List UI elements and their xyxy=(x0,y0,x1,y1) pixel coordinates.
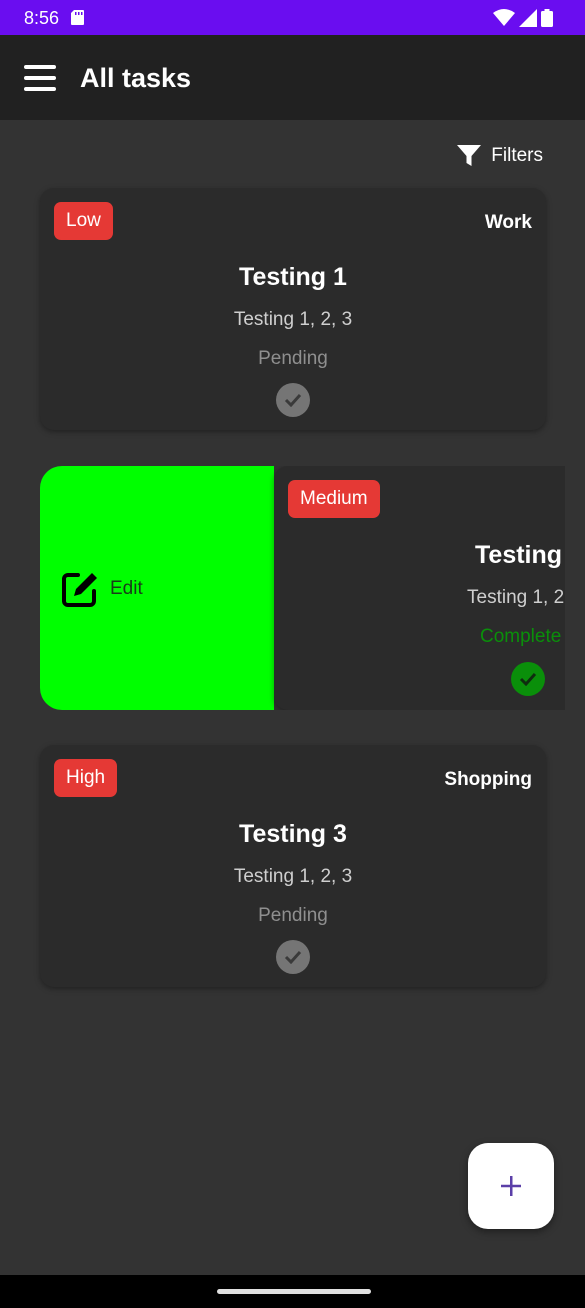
battery-icon xyxy=(541,9,553,27)
add-task-button[interactable] xyxy=(468,1143,554,1229)
wifi-icon xyxy=(493,9,515,26)
category-label: Work xyxy=(484,212,532,233)
task-description: Testing 1, 2, 3 xyxy=(233,309,353,330)
category-label: Shopping xyxy=(444,769,532,790)
signal-icon xyxy=(519,9,537,27)
app-bar: All tasks xyxy=(0,35,585,120)
complete-toggle[interactable] xyxy=(276,383,310,417)
task-status: Pending xyxy=(258,348,328,369)
status-icons xyxy=(493,9,553,27)
filters-label: Filters xyxy=(491,145,543,166)
task-card[interactable]: Low Work Testing 1 Testing 1, 2, 3 Pendi… xyxy=(40,188,546,430)
home-gesture-handle[interactable] xyxy=(217,1289,371,1294)
edit-action-label: Edit xyxy=(110,578,143,599)
swiped-task-row[interactable]: Edit Medium Testing Testing 1, 2 Complet… xyxy=(40,466,565,710)
filters-button[interactable]: Filters xyxy=(457,145,543,167)
task-card[interactable]: High Shopping Testing 3 Testing 1, 2, 3 … xyxy=(40,745,546,987)
complete-toggle[interactable] xyxy=(511,662,545,696)
priority-badge: High xyxy=(54,759,118,797)
priority-badge: Medium xyxy=(288,480,380,518)
status-time: 8:56 xyxy=(24,8,60,28)
filter-icon xyxy=(457,145,482,166)
check-icon xyxy=(284,393,302,407)
task-description: Testing 1, 2 xyxy=(467,587,565,608)
edit-action[interactable]: Edit xyxy=(40,466,274,710)
task-status: Pending xyxy=(258,905,328,926)
navigation-bar xyxy=(0,1275,585,1308)
menu-icon[interactable] xyxy=(24,65,56,91)
complete-toggle[interactable] xyxy=(276,940,310,974)
task-status: Complete xyxy=(480,626,562,647)
check-icon xyxy=(519,672,537,686)
task-title: Testing 3 xyxy=(239,820,347,848)
priority-badge: Low xyxy=(54,202,113,240)
task-description: Testing 1, 2, 3 xyxy=(233,866,353,887)
add-icon xyxy=(501,1176,521,1196)
check-icon xyxy=(284,950,302,964)
sd-card-icon xyxy=(71,10,84,25)
edit-icon xyxy=(62,573,97,607)
page-title: All tasks xyxy=(80,63,192,93)
task-card[interactable]: Medium Testing Testing 1, 2 Complete xyxy=(274,466,565,710)
task-title: Testing 1 xyxy=(239,263,347,291)
task-title: Testing xyxy=(475,541,563,569)
status-bar: 8:56 xyxy=(0,0,585,35)
